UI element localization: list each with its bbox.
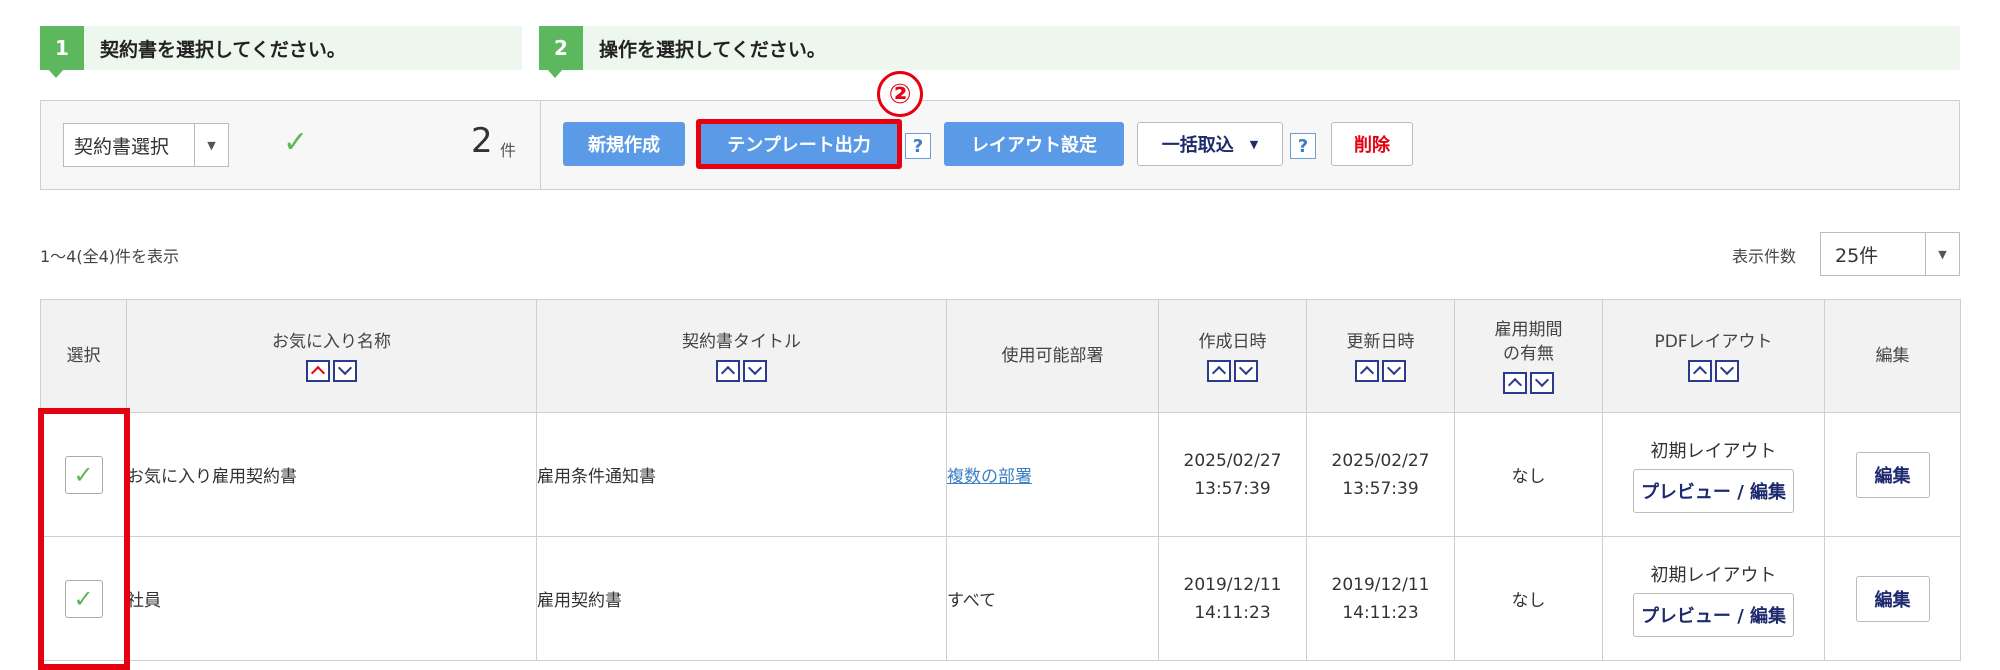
template-output-button[interactable]: テンプレート出力 bbox=[696, 119, 902, 169]
employment-period-cell: なし bbox=[1454, 536, 1603, 661]
sort-desc-icon[interactable] bbox=[743, 360, 767, 382]
bulk-import-label: 一括取込 bbox=[1161, 135, 1234, 156]
employment-period-cell: なし bbox=[1454, 412, 1603, 537]
header-edit: 編集 bbox=[1824, 299, 1961, 413]
contract-select-label: 契約書選択 bbox=[74, 135, 170, 158]
header-favorite-name: お気に入り名称 bbox=[126, 299, 537, 413]
table-row: ✓ 社員 雇用契約書 すべて 2019/12/11 14:11:23 2019/1… bbox=[40, 536, 1961, 661]
preview-edit-button[interactable]: プレビュー / 編集 bbox=[1632, 468, 1795, 513]
per-page-label: 表示件数 bbox=[1732, 247, 1797, 266]
header-created: 作成日時 bbox=[1158, 299, 1307, 413]
pdf-layout-name: 初期レイアウト bbox=[1650, 564, 1777, 586]
sort-desc-icon[interactable] bbox=[1382, 360, 1406, 382]
sort-desc-icon[interactable] bbox=[1530, 372, 1554, 394]
template-output-help-icon[interactable]: ? bbox=[905, 133, 931, 159]
step-1-number: 1 bbox=[40, 26, 84, 78]
sort-asc-icon[interactable] bbox=[1688, 360, 1712, 382]
contract-title-cell: 雇用契約書 bbox=[536, 536, 947, 661]
chevron-down-icon[interactable]: ▼ bbox=[194, 124, 228, 166]
sort-asc-icon[interactable] bbox=[716, 360, 740, 382]
row-checkbox[interactable]: ✓ bbox=[64, 579, 103, 618]
caret-down-icon: ▼ bbox=[1249, 137, 1259, 151]
per-page-value: 25件 bbox=[1835, 244, 1879, 267]
action-toolbar: 契約書選択 ▼ ✓ 2 件 新規作成 テンプレート出力 ? レイアウト設定 一括… bbox=[40, 100, 1960, 190]
selected-count-unit: 件 bbox=[500, 141, 517, 160]
table-row: ✓ お気に入り雇用契約書 雇用条件通知書 複数の部署 2025/02/27 13:… bbox=[40, 412, 1961, 537]
updated-date: 2019/12/11 bbox=[1331, 574, 1430, 595]
toolbar-divider bbox=[540, 101, 541, 189]
sort-desc-icon[interactable] bbox=[1234, 360, 1258, 382]
sort-desc-icon[interactable] bbox=[333, 360, 357, 382]
sort-asc-icon[interactable] bbox=[306, 360, 330, 382]
favorite-name-cell: お気に入り雇用契約書 bbox=[126, 412, 537, 537]
header-contract-title: 契約書タイトル bbox=[536, 299, 947, 413]
departments-link[interactable]: 複数の部署 bbox=[947, 467, 1032, 487]
edit-button[interactable]: 編集 bbox=[1855, 451, 1930, 498]
contract-select-dropdown[interactable]: 契約書選択 ▼ bbox=[63, 123, 229, 167]
created-date: 2025/02/27 bbox=[1183, 450, 1282, 471]
layout-settings-button[interactable]: レイアウト設定 bbox=[944, 122, 1124, 166]
bulk-import-help-icon[interactable]: ? bbox=[1290, 133, 1316, 159]
contract-table: 選択 お気に入り名称 契約書タイトル 使用可能部署 作成日時 更新日時 雇用期間… bbox=[40, 299, 1961, 661]
step-1-text: 契約書を選択してください。 bbox=[100, 38, 346, 61]
step-1-banner: 1 契約書を選択してください。 bbox=[40, 26, 522, 78]
check-icon: ✓ bbox=[283, 125, 309, 160]
annotation-circle-2: ② bbox=[877, 71, 923, 117]
step-2-text: 操作を選択してください。 bbox=[599, 38, 826, 61]
edit-button[interactable]: 編集 bbox=[1855, 575, 1930, 622]
created-date: 2019/12/11 bbox=[1183, 574, 1282, 595]
preview-edit-button[interactable]: プレビュー / 編集 bbox=[1632, 592, 1795, 637]
sort-asc-icon[interactable] bbox=[1355, 360, 1379, 382]
header-select: 選択 bbox=[40, 299, 127, 413]
contract-title-cell: 雇用条件通知書 bbox=[536, 412, 947, 537]
step-2-banner: 2 操作を選択してください。 bbox=[539, 26, 1960, 78]
created-time: 13:57:39 bbox=[1194, 478, 1271, 499]
header-pdf-layout: PDFレイアウト bbox=[1602, 299, 1825, 413]
row-checkbox[interactable]: ✓ bbox=[64, 455, 103, 494]
header-departments: 使用可能部署 bbox=[946, 299, 1159, 413]
sort-asc-icon[interactable] bbox=[1207, 360, 1231, 382]
new-create-button[interactable]: 新規作成 bbox=[563, 122, 685, 166]
step-2-number: 2 bbox=[539, 26, 583, 78]
per-page-select[interactable]: 25件 ▼ bbox=[1820, 232, 1960, 276]
selected-count: 2 bbox=[471, 121, 493, 161]
created-time: 14:11:23 bbox=[1194, 602, 1271, 623]
result-count-text: 1〜4(全4)件を表示 bbox=[40, 247, 180, 266]
chevron-down-icon[interactable]: ▼ bbox=[1925, 233, 1959, 275]
sort-asc-icon[interactable] bbox=[1503, 372, 1527, 394]
sort-desc-icon[interactable] bbox=[1715, 360, 1739, 382]
header-employment-period: 雇用期間 の有無 bbox=[1454, 299, 1603, 413]
departments-cell: すべて bbox=[946, 536, 1159, 661]
table-header-row: 選択 お気に入り名称 契約書タイトル 使用可能部署 作成日時 更新日時 雇用期間… bbox=[40, 299, 1961, 413]
updated-time: 13:57:39 bbox=[1342, 478, 1419, 499]
favorite-name-cell: 社員 bbox=[126, 536, 537, 661]
delete-button[interactable]: 削除 bbox=[1331, 122, 1413, 166]
updated-time: 14:11:23 bbox=[1342, 602, 1419, 623]
pdf-layout-name: 初期レイアウト bbox=[1650, 440, 1777, 462]
bulk-import-dropdown-button[interactable]: 一括取込 ▼ bbox=[1137, 122, 1283, 166]
updated-date: 2025/02/27 bbox=[1331, 450, 1430, 471]
header-updated: 更新日時 bbox=[1306, 299, 1455, 413]
